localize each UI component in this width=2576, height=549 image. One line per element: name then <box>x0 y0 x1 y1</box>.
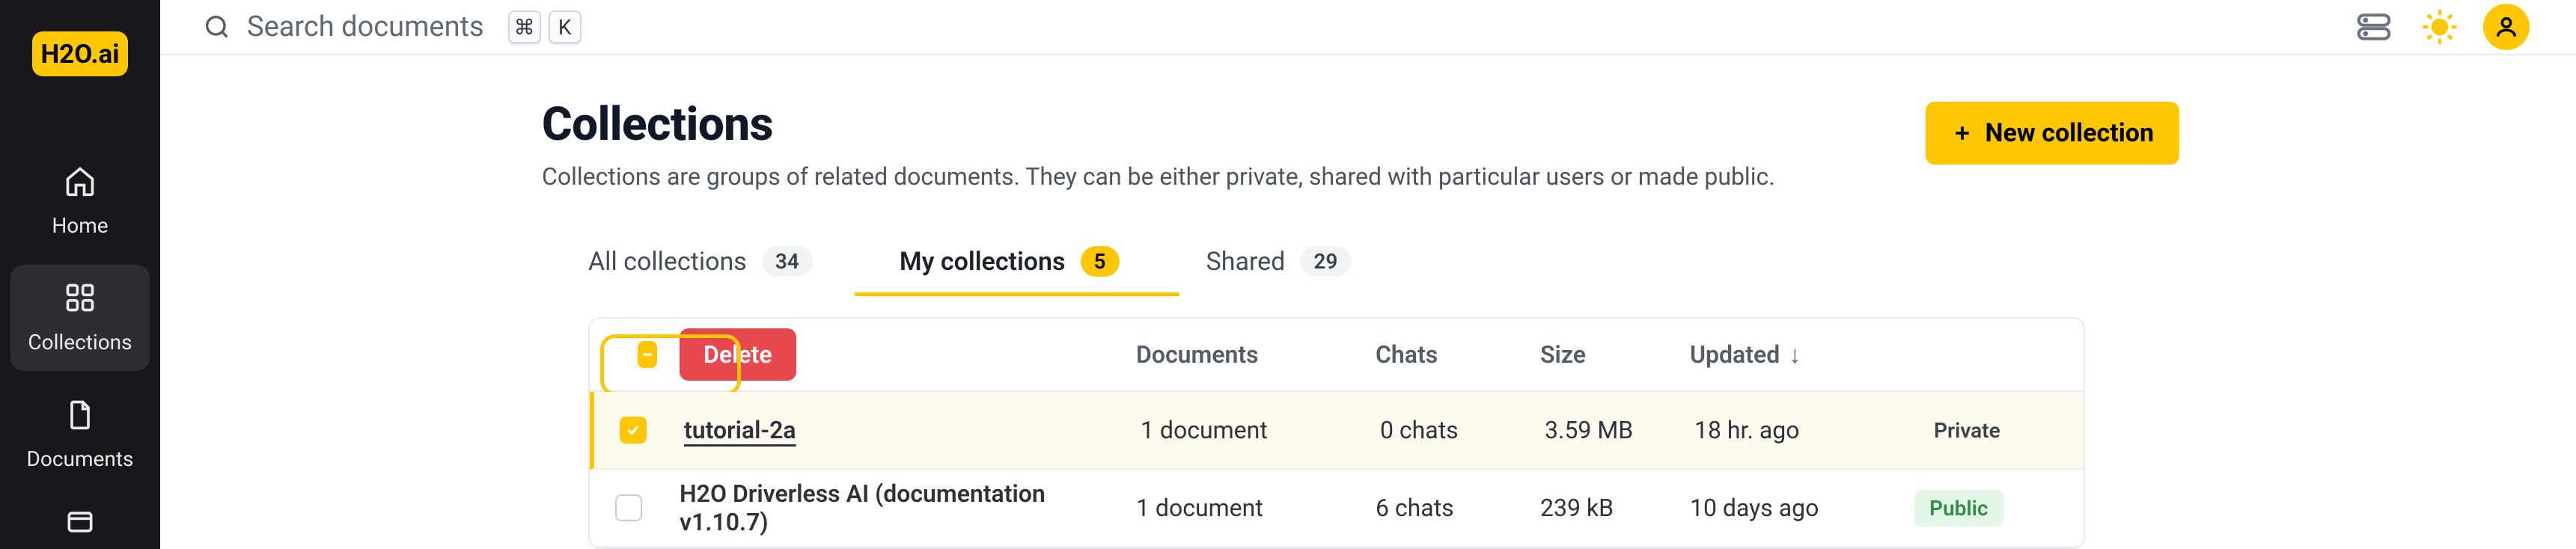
visibility-badge: Public <box>1914 490 2003 527</box>
search-input[interactable]: Search documents ⌘ K <box>202 10 582 43</box>
table-row[interactable]: H2O Driverless AI (documentation v1.10.7… <box>590 470 2084 548</box>
sidebar-item-label: Documents <box>27 447 134 471</box>
new-collection-button[interactable]: New collection <box>1926 102 2180 165</box>
row-updated: 18 hr. ago <box>1694 416 1919 444</box>
col-chats[interactable]: Chats <box>1376 340 1540 369</box>
row-size: 3.59 MB <box>1545 416 1694 444</box>
tabs: All collections 34 My collections 5 Shar… <box>542 246 2576 295</box>
collections-table: Delete Documents Chats Size Updated↓ <box>588 317 2085 549</box>
tab-label: Shared <box>1206 247 1286 277</box>
sidebar-nav: Home Collections Documents <box>0 148 160 549</box>
col-documents[interactable]: Documents <box>1136 340 1376 369</box>
sidebar-item-documents[interactable]: Documents <box>10 381 150 488</box>
sort-desc-icon: ↓ <box>1789 340 1801 369</box>
tab-shared[interactable]: Shared 29 <box>1206 246 1352 295</box>
sidebar-item-label: Home <box>52 213 108 238</box>
select-all-checkbox[interactable] <box>638 341 657 368</box>
plus-icon <box>1951 122 1974 144</box>
new-collection-label: New collection <box>1986 118 2155 148</box>
row-chats: 6 chats <box>1376 494 1540 522</box>
page-subtitle: Collections are groups of related docume… <box>542 162 1926 191</box>
collection-name[interactable]: tutorial-2a <box>684 416 1141 444</box>
main-area: Search documents ⌘ K Collections Collect… <box>160 0 2576 549</box>
search-icon <box>202 12 232 42</box>
tab-label: My collections <box>900 247 1066 277</box>
topbar: Search documents ⌘ K <box>160 0 2576 55</box>
user-avatar[interactable] <box>2483 4 2530 50</box>
sidebar-item-collections[interactable]: Collections <box>10 265 150 371</box>
theme-toggle-icon[interactable] <box>2417 4 2462 49</box>
table-row[interactable]: tutorial-2a 1 document 0 chats 3.59 MB 1… <box>590 392 2084 470</box>
page-title: Collections <box>542 97 1926 152</box>
col-size[interactable]: Size <box>1540 340 1690 369</box>
storage-icon[interactable] <box>2351 4 2396 49</box>
row-checkbox[interactable] <box>615 494 642 521</box>
row-size: 239 kB <box>1540 494 1690 522</box>
row-documents: 1 document <box>1136 494 1376 522</box>
row-documents: 1 document <box>1141 416 1380 444</box>
row-checkbox[interactable] <box>620 417 647 444</box>
sidebar-item-home[interactable]: Home <box>10 148 150 254</box>
tab-all-collections[interactable]: All collections 34 <box>588 246 813 295</box>
grid-icon <box>64 281 97 319</box>
row-chats: 0 chats <box>1380 416 1545 444</box>
sidebar-item-more[interactable] <box>10 498 150 549</box>
brand-logo[interactable]: H2O.ai <box>32 31 128 76</box>
kbd-k: K <box>549 10 582 43</box>
tab-count: 34 <box>762 246 813 277</box>
tab-label: All collections <box>588 247 747 277</box>
row-updated: 10 days ago <box>1690 494 1914 522</box>
col-updated[interactable]: Updated↓ <box>1690 340 1914 369</box>
delete-button[interactable]: Delete <box>680 328 796 381</box>
search-placeholder: Search documents <box>247 10 484 43</box>
collection-name[interactable]: H2O Driverless AI (documentation v1.10.7… <box>680 479 1136 536</box>
tab-count: 5 <box>1081 246 1120 277</box>
visibility-badge: Private <box>1919 412 2015 449</box>
window-icon <box>64 505 97 543</box>
topbar-actions <box>2351 4 2530 50</box>
sidebar: H2O.ai Home Collections Documents <box>0 0 160 549</box>
page-content: Collections Collections are groups of re… <box>160 55 2576 549</box>
tab-my-collections[interactable]: My collections 5 <box>900 246 1120 295</box>
sidebar-item-label: Collections <box>28 330 132 355</box>
kbd-cmd: ⌘ <box>508 10 541 43</box>
table-header-row: Delete Documents Chats Size Updated↓ <box>590 319 2084 392</box>
home-icon <box>64 165 97 203</box>
tab-count: 29 <box>1300 246 1351 277</box>
document-icon <box>64 398 97 436</box>
